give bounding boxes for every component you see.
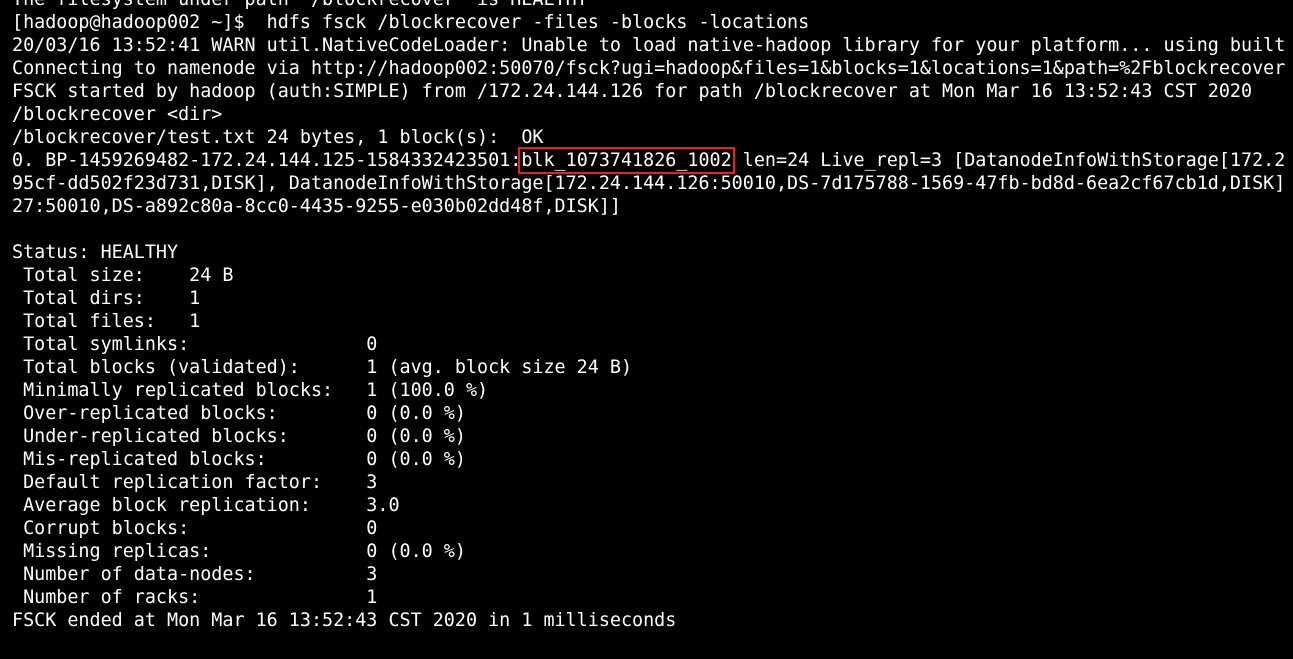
- block-info-line: 0. BP-1459269482-172.24.144.125-15843324…: [12, 147, 1293, 174]
- command-prompt-line: [hadoop@hadoop002 ~]$ hdfs fsck /blockre…: [12, 12, 810, 33]
- stat-line: Mis-replicated blocks: 0 (0.0 %): [12, 449, 466, 470]
- stat-line: Total symlinks: 0: [12, 334, 378, 355]
- stat-line: Default replication factor: 3: [12, 472, 378, 493]
- terminal-line: 20/03/16 13:52:41 WARN util.NativeCodeLo…: [12, 35, 1293, 56]
- terminal-line: FSCK started by hadoop (auth:SIMPLE) fro…: [12, 81, 1253, 102]
- stat-line: Average block replication: 3.0: [12, 495, 400, 516]
- terminal-line: The filesystem under path '/blockrecover…: [12, 0, 1293, 11]
- stat-line: Total files: 1: [12, 311, 201, 332]
- terminal-window[interactable]: The filesystem under path '/blockrecover…: [0, 0, 1293, 659]
- stat-line: Over-replicated blocks: 0 (0.0 %): [12, 403, 466, 424]
- stat-line: Total dirs: 1: [12, 288, 201, 309]
- terminal-line: Connecting to namenode via http://hadoop…: [12, 58, 1286, 79]
- window-edge: [1285, 0, 1293, 659]
- stat-line: Total size: 24 B: [12, 265, 234, 286]
- stat-line: Under-replicated blocks: 0 (0.0 %): [12, 426, 466, 447]
- block-id-highlight: blk_1073741826_1002: [518, 147, 735, 174]
- terminal-line: 27:50010,DS-a892c80a-8cc0-4435-9255-e030…: [12, 196, 621, 217]
- terminal-line: /blockrecover/test.txt 24 bytes, 1 block…: [12, 127, 544, 148]
- stat-line: Missing replicas: 0 (0.0 %): [12, 541, 466, 562]
- terminal-line: /blockrecover <dir>: [12, 104, 223, 125]
- block-info-suffix: len=24 Live_repl=3 [DatanodeInfoWithStor…: [731, 150, 1293, 171]
- status-line: Status: HEALTHY: [12, 242, 179, 263]
- stat-line: Number of racks: 1: [12, 587, 378, 608]
- block-pool-prefix: 0. BP-1459269482-172.24.144.125-15843324…: [12, 150, 522, 171]
- stat-line: Total blocks (validated): 1 (avg. block …: [12, 357, 633, 378]
- stat-line: Corrupt blocks: 0: [12, 518, 378, 539]
- fsck-end-line: FSCK ended at Mon Mar 16 13:52:43 CST 20…: [12, 610, 677, 631]
- terminal-line: 95cf-dd502f23d731,DISK], DatanodeInfoWit…: [12, 173, 1293, 194]
- stat-line: Minimally replicated blocks: 1 (100.0 %): [12, 380, 489, 401]
- stat-line: Number of data-nodes: 3: [12, 564, 378, 585]
